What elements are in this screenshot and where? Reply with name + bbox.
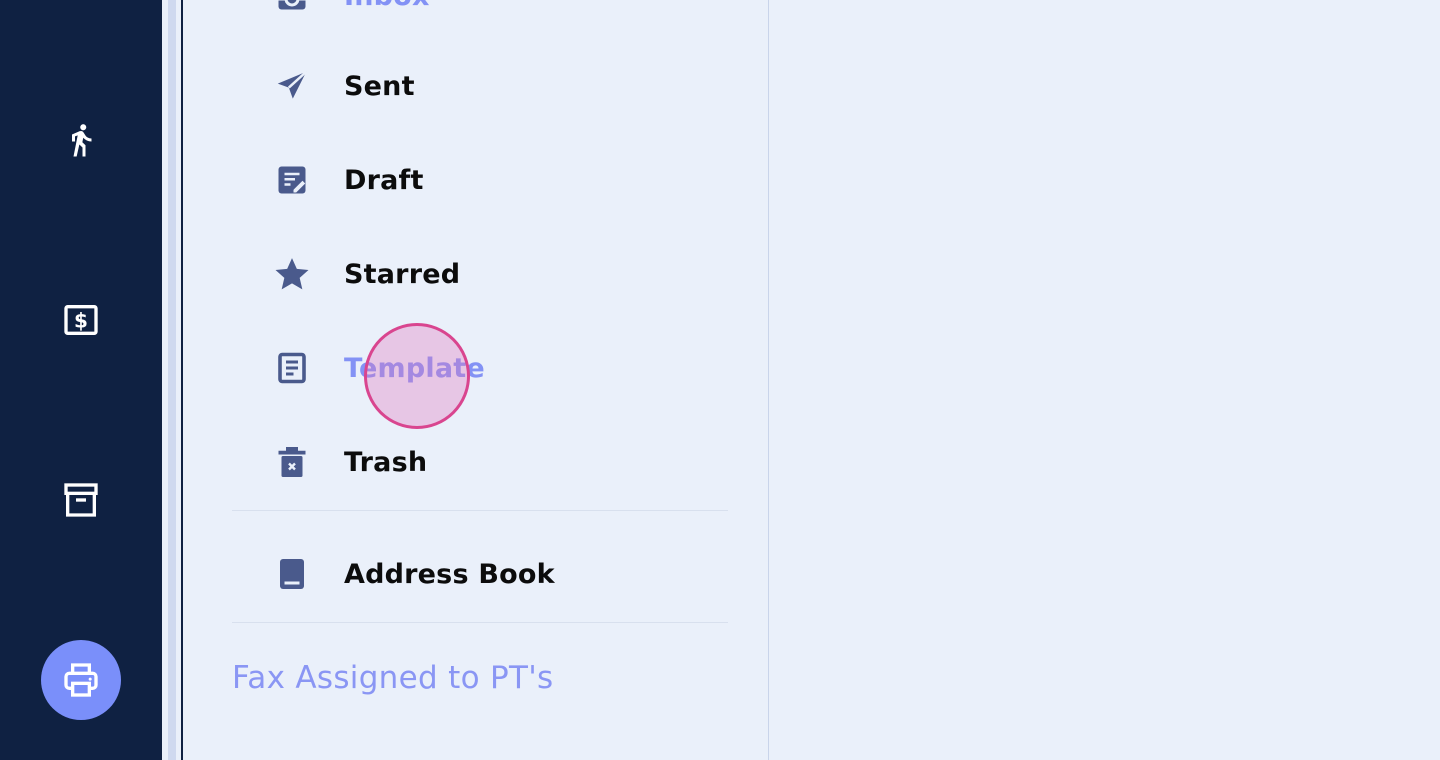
folder-label: Draft [344, 164, 424, 196]
folder-item-address-book[interactable]: Address Book [270, 546, 730, 602]
template-icon [270, 346, 314, 390]
walking-icon[interactable] [55, 114, 107, 166]
panel-border [181, 0, 183, 760]
panel-stripe [168, 0, 176, 760]
book-icon [270, 552, 314, 596]
draft-icon [270, 158, 314, 202]
folder-label: Inbox [344, 0, 430, 12]
folder-item-inbox[interactable]: Inbox [270, 0, 730, 24]
folder-label: Sent [344, 70, 415, 102]
folder-item-trash[interactable]: Trash [270, 434, 730, 490]
click-indicator [364, 323, 470, 429]
archive-icon[interactable] [55, 474, 107, 526]
folder-label: Address Book [344, 558, 555, 590]
star-icon [270, 252, 314, 296]
nav-rail: $ [0, 0, 162, 760]
divider [232, 510, 728, 511]
printer-icon[interactable] [41, 640, 121, 720]
folder-panel: Inbox Sent Draft Starred Template Trash [184, 0, 769, 760]
billing-icon[interactable]: $ [55, 294, 107, 346]
folder-item-starred[interactable]: Starred [270, 246, 730, 302]
inbox-icon [270, 0, 314, 18]
detail-pane [769, 0, 1440, 760]
folder-item-sent[interactable]: Sent [270, 58, 730, 114]
folder-label: Trash [344, 446, 428, 478]
folder-item-template[interactable]: Template [270, 340, 730, 396]
section-heading[interactable]: Fax Assigned to PT's [232, 660, 554, 696]
trash-icon [270, 440, 314, 484]
send-icon [270, 64, 314, 108]
svg-text:$: $ [74, 309, 88, 333]
divider [232, 622, 728, 623]
folder-label: Starred [344, 258, 461, 290]
panel-gap [162, 0, 183, 760]
folder-item-draft[interactable]: Draft [270, 152, 730, 208]
